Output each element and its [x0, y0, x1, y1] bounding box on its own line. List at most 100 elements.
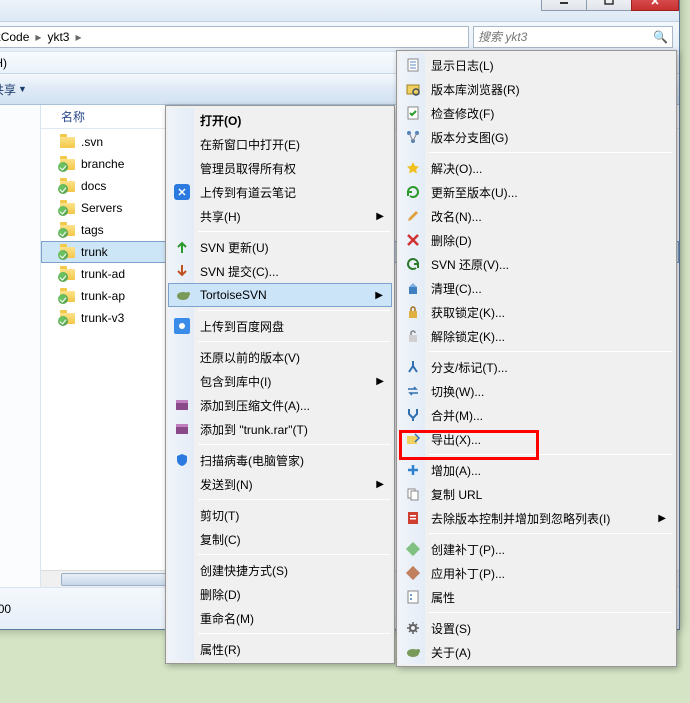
svn-delete[interactable]: 删除(D) [399, 228, 674, 252]
update-icon [404, 183, 422, 201]
ctx-scan-virus[interactable]: 扫描病毒(电脑管家) [168, 448, 392, 472]
submenu-arrow-icon: ▶ [376, 211, 384, 222]
branch-icon [404, 358, 422, 376]
delete-icon [404, 231, 422, 249]
ctx-admin-own[interactable]: 管理员取得所有权 [168, 156, 392, 180]
svn-folder-icon [59, 266, 75, 282]
copy-icon [404, 485, 422, 503]
shield-icon [173, 451, 191, 469]
svn-revision-graph[interactable]: 版本分支图(G) [399, 125, 674, 149]
ctx-svn-commit[interactable]: SVN 提交(C)... [168, 259, 392, 283]
merge-icon [404, 406, 422, 424]
svn-add[interactable]: 增加(A)... [399, 458, 674, 482]
file-name: trunk [81, 245, 108, 259]
ctx-include-library[interactable]: 包含到库中(I)▶ [168, 369, 392, 393]
toolbar-share[interactable]: 共享 ▼ [0, 81, 27, 98]
ctx-youdao[interactable]: 上传到有道云笔记 [168, 180, 392, 204]
svn-branch-tag[interactable]: 分支/标记(T)... [399, 355, 674, 379]
ctx-tortoisesvn[interactable]: TortoiseSVN▶ [168, 283, 392, 307]
nav-item[interactable]: -x86 [0, 111, 36, 133]
unlock-icon [404, 327, 422, 345]
cleanup-icon [404, 279, 422, 297]
svn-update-icon [173, 238, 191, 256]
nav-item[interactable]: npF [0, 385, 36, 407]
svn-properties[interactable]: 属性 [399, 585, 674, 609]
svn-get-lock[interactable]: 获取锁定(K)... [399, 300, 674, 324]
ctx-open-new-window[interactable]: 在新窗口中打开(E) [168, 132, 392, 156]
svn-about[interactable]: 关于(A) [399, 640, 674, 664]
svn-folder-icon [59, 244, 75, 260]
ctx-delete[interactable]: 删除(D) [168, 582, 392, 606]
file-name: trunk-ad [81, 267, 125, 281]
winrar-icon [173, 420, 191, 438]
svn-check-mods[interactable]: 检查修改(F) [399, 101, 674, 125]
svn-apply-patch[interactable]: 应用补丁(P)... [399, 561, 674, 585]
close-button[interactable] [631, 0, 679, 11]
svn-folder-icon [59, 156, 75, 172]
nav-item[interactable]: ad [0, 193, 36, 215]
ctx-share[interactable]: 共享(H)▶ [168, 204, 392, 228]
submenu-arrow-icon: ▶ [376, 376, 384, 387]
file-name: docs [81, 179, 106, 193]
search-box[interactable]: 🔍 [473, 26, 673, 48]
ctx-open[interactable]: 打开(O) [168, 108, 392, 132]
maximize-button[interactable] [586, 0, 632, 11]
svn-create-patch[interactable]: 创建补丁(P)... [399, 537, 674, 561]
patch-icon [404, 564, 422, 582]
svn-unversion-ignore[interactable]: 去除版本控制并增加到忽略列表(I)▶ [399, 506, 674, 530]
ctx-add-to-rar[interactable]: 添加到 "trunk.rar"(T) [168, 417, 392, 441]
ctx-properties[interactable]: 属性(R) [168, 637, 392, 661]
submenu-arrow-icon: ▶ [376, 479, 384, 490]
file-name: .svn [81, 135, 103, 149]
svn-show-log[interactable]: 显示日志(L) [399, 53, 674, 77]
check-icon [404, 104, 422, 122]
props-icon [404, 588, 422, 606]
ctx-cut[interactable]: 剪切(T) [168, 503, 392, 527]
ctx-send-to[interactable]: 发送到(N)▶ [168, 472, 392, 496]
winrar-icon [173, 396, 191, 414]
gear-icon [404, 619, 422, 637]
svn-commit-icon [173, 262, 191, 280]
pencil-icon [404, 207, 422, 225]
resolve-icon [404, 159, 422, 177]
svn-folder-icon [59, 222, 75, 238]
ctx-add-to-archive[interactable]: 添加到压缩文件(A)... [168, 393, 392, 417]
ctx-copy[interactable]: 复制(C) [168, 527, 392, 551]
svn-switch[interactable]: 切换(W)... [399, 379, 674, 403]
chevron-right-icon: ▸ [73, 30, 83, 44]
svn-export[interactable]: 导出(X)... [399, 427, 674, 451]
breadcrumb[interactable]: (E:)▸ workCode▸ ykt3▸ [0, 26, 469, 48]
file-name: trunk-v3 [81, 311, 124, 325]
repo-icon [404, 80, 422, 98]
file-name: branche [81, 157, 124, 171]
minimize-button[interactable] [541, 0, 587, 11]
graph-icon [404, 128, 422, 146]
svn-folder-icon [59, 178, 75, 194]
ctx-shortcut[interactable]: 创建快捷方式(S) [168, 558, 392, 582]
ctx-rename[interactable]: 重命名(M) [168, 606, 392, 630]
svn-merge[interactable]: 合并(M)... [399, 403, 674, 427]
ctx-baidu[interactable]: 上传到百度网盘 [168, 314, 392, 338]
svn-cleanup[interactable]: 清理(C)... [399, 276, 674, 300]
search-input[interactable] [478, 30, 653, 44]
breadcrumb-seg-ykt3[interactable]: ykt3 [43, 30, 73, 44]
patch-icon [404, 540, 422, 558]
lock-icon [404, 303, 422, 321]
ctx-svn-update[interactable]: SVN 更新(U) [168, 235, 392, 259]
svn-update-to-rev[interactable]: 更新至版本(U)... [399, 180, 674, 204]
svn-revert[interactable]: SVN 还原(V)... [399, 252, 674, 276]
svn-repo-browser[interactable]: 版本库浏览器(R) [399, 77, 674, 101]
add-icon [404, 461, 422, 479]
svn-rename[interactable]: 改名(N)... [399, 204, 674, 228]
ctx-restore[interactable]: 还原以前的版本(V) [168, 345, 392, 369]
log-icon [404, 56, 422, 74]
svn-settings[interactable]: 设置(S) [399, 616, 674, 640]
svn-release-lock[interactable]: 解除锁定(K)... [399, 324, 674, 348]
context-menu: 打开(O) 在新窗口中打开(E) 管理员取得所有权 上传到有道云笔记 共享(H)… [165, 105, 395, 664]
svn-resolve[interactable]: 解决(O)... [399, 156, 674, 180]
svn-copy-url[interactable]: 复制 URL [399, 482, 674, 506]
nav-pane: -x86 ad npF [0, 105, 41, 625]
breadcrumb-seg-workcode[interactable]: workCode [0, 30, 33, 44]
submenu-arrow-icon: ▶ [375, 290, 383, 301]
menu-help[interactable]: 帮助(H) [0, 54, 7, 71]
